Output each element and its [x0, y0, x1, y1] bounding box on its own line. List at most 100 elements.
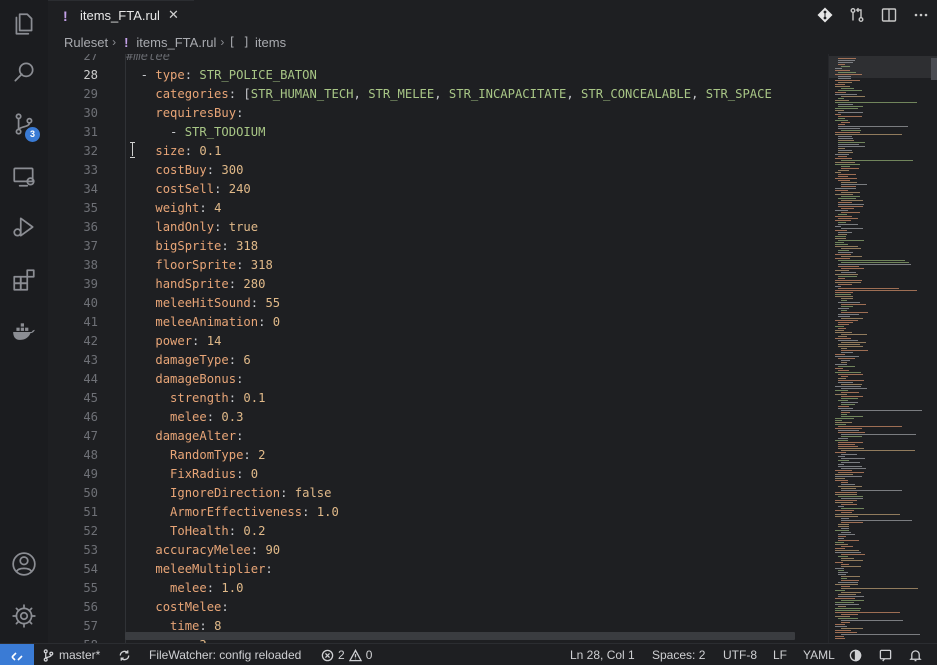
close-icon[interactable]: ✕ [168, 8, 179, 23]
vertical-scrollbar[interactable] [931, 54, 937, 643]
remote-indicator[interactable] [0, 644, 34, 665]
feedback-button[interactable] [879, 644, 896, 665]
code-line[interactable]: 45 strength: 0.1 [48, 389, 828, 408]
tab-items-fta[interactable]: ! items_FTA.rul ✕ [48, 0, 194, 30]
problems-indicator[interactable]: 2 0 [321, 644, 372, 665]
minimap-line [838, 618, 858, 619]
code-line[interactable]: 54 meleeMultiplier: [48, 560, 828, 579]
code-line[interactable]: 30 requiresBuy: [48, 104, 828, 123]
code-line[interactable]: 53 accuracyMelee: 90 [48, 541, 828, 560]
indentation-setting[interactable]: Spaces: 2 [652, 644, 705, 665]
branch-indicator[interactable]: master* [42, 644, 100, 665]
breadcrumb-file[interactable]: items_FTA.rul [136, 35, 216, 50]
run-debug-icon[interactable] [0, 203, 48, 251]
code-line[interactable]: 28 - type: STR_POLICE_BATON [48, 66, 828, 85]
code-token: 0.2 [243, 524, 266, 538]
contrast-icon [849, 649, 862, 661]
docker-icon[interactable] [0, 308, 48, 356]
source-control-icon[interactable]: 3 [0, 100, 48, 148]
minimap-line [838, 148, 845, 149]
minimap-line [835, 158, 852, 159]
breadcrumb-symbol[interactable]: items [255, 35, 286, 50]
code-line[interactable]: 41 meleeAnimation: 0 [48, 313, 828, 332]
explorer-icon[interactable] [0, 0, 48, 48]
settings-gear-icon[interactable] [0, 592, 48, 640]
minimap-line [835, 424, 846, 425]
minimap-line [841, 96, 865, 97]
git-lens-icon[interactable] [809, 0, 841, 30]
minimap-line [835, 632, 857, 633]
minimap-line [838, 218, 858, 219]
code-line[interactable]: 31 - STR_TODOIUM [48, 123, 828, 142]
code-line[interactable]: 33 costBuy: 300 [48, 161, 828, 180]
theme-toggle[interactable] [849, 644, 866, 665]
minimap-line [838, 406, 849, 407]
line-number: 44 [83, 372, 98, 386]
notifications-button[interactable] [909, 644, 926, 665]
code-line[interactable]: 44 damageBonus: [48, 370, 828, 389]
code-token: 280 [243, 277, 266, 291]
code-line[interactable]: 49 FixRadius: 0 [48, 465, 828, 484]
code-line[interactable]: 47 damageAlter: [48, 427, 828, 446]
minimap[interactable] [828, 54, 937, 643]
code-line[interactable]: 39 handSprite: 280 [48, 275, 828, 294]
code-token: costMelee [155, 600, 222, 614]
minimap-line [838, 62, 853, 63]
encoding-setting[interactable]: UTF-8 [723, 644, 757, 665]
sync-button[interactable] [118, 644, 135, 665]
minimap-line [838, 138, 853, 139]
eol-setting[interactable]: LF [773, 644, 787, 665]
compare-changes-icon[interactable] [841, 0, 873, 30]
minimap-line [835, 238, 846, 239]
minimap-line [841, 462, 860, 463]
scrollbar-thumb[interactable] [931, 58, 937, 80]
code-line[interactable]: 48 RandomType: 2 [48, 446, 828, 465]
split-editor-icon[interactable] [873, 0, 905, 30]
code-line[interactable]: 40 meleeHitSound: 55 [48, 294, 828, 313]
code-line[interactable]: 29 categories: [STR_HUMAN_TECH, STR_MELE… [48, 85, 828, 104]
minimap-line [835, 254, 851, 255]
code-line[interactable]: 52 ToHealth: 0.2 [48, 522, 828, 541]
minimap-line [841, 272, 856, 273]
minimap-line [841, 298, 853, 299]
minimap-line [835, 624, 845, 625]
code-line[interactable]: 34 costSell: 240 [48, 180, 828, 199]
minimap-line [838, 308, 849, 309]
code-token: handSprite [155, 277, 229, 291]
extensions-icon[interactable] [0, 256, 48, 304]
code-line[interactable]: 55 melee: 1.0 [48, 579, 828, 598]
account-icon[interactable] [0, 540, 48, 588]
code-line[interactable]: 43 damageType: 6 [48, 351, 828, 370]
code-token: - [126, 68, 156, 82]
code-token: , [566, 87, 582, 101]
code-line[interactable]: 57 time: 8 [48, 617, 828, 636]
code-token: : [199, 201, 215, 215]
code-line[interactable]: 36 landOnly: true [48, 218, 828, 237]
code-line[interactable]: 46 melee: 0.3 [48, 408, 828, 427]
code-line[interactable]: 37 bigSprite: 318 [48, 237, 828, 256]
code-line[interactable]: 35 weight: 4 [48, 199, 828, 218]
code-line[interactable]: 56 costMelee: [48, 598, 828, 617]
cursor-position[interactable]: Ln 28, Col 1 [570, 644, 635, 665]
code-editor[interactable]: 27 #melee 28 - type: STR_POLICE_BATON 29 ca… [48, 54, 828, 643]
breadcrumb-root[interactable]: Ruleset [64, 35, 108, 50]
language-mode[interactable]: YAML [803, 644, 835, 665]
minimap-line [841, 228, 863, 229]
code-line[interactable]: 32 size: 0.1 [48, 142, 828, 161]
filewatcher-status[interactable]: FileWatcher: config reloaded [149, 644, 301, 665]
remote-explorer-icon[interactable] [0, 152, 48, 200]
more-actions-icon[interactable] [905, 0, 937, 30]
code-line[interactable]: 51 ArmorEffectiveness: 1.0 [48, 503, 828, 522]
code-token: STR_MELEE [368, 87, 435, 101]
code-token: 0.1 [199, 144, 222, 158]
code-line[interactable]: 58 3 [48, 636, 828, 643]
minimap-line [841, 398, 858, 399]
code-line[interactable]: 38 floorSprite: 318 [48, 256, 828, 275]
search-icon[interactable] [0, 48, 48, 96]
code-line[interactable]: 50 IgnoreDirection: false [48, 484, 828, 503]
code-line[interactable]: 42 power: 14 [48, 332, 828, 351]
code-line[interactable]: 27 #melee [48, 54, 828, 66]
